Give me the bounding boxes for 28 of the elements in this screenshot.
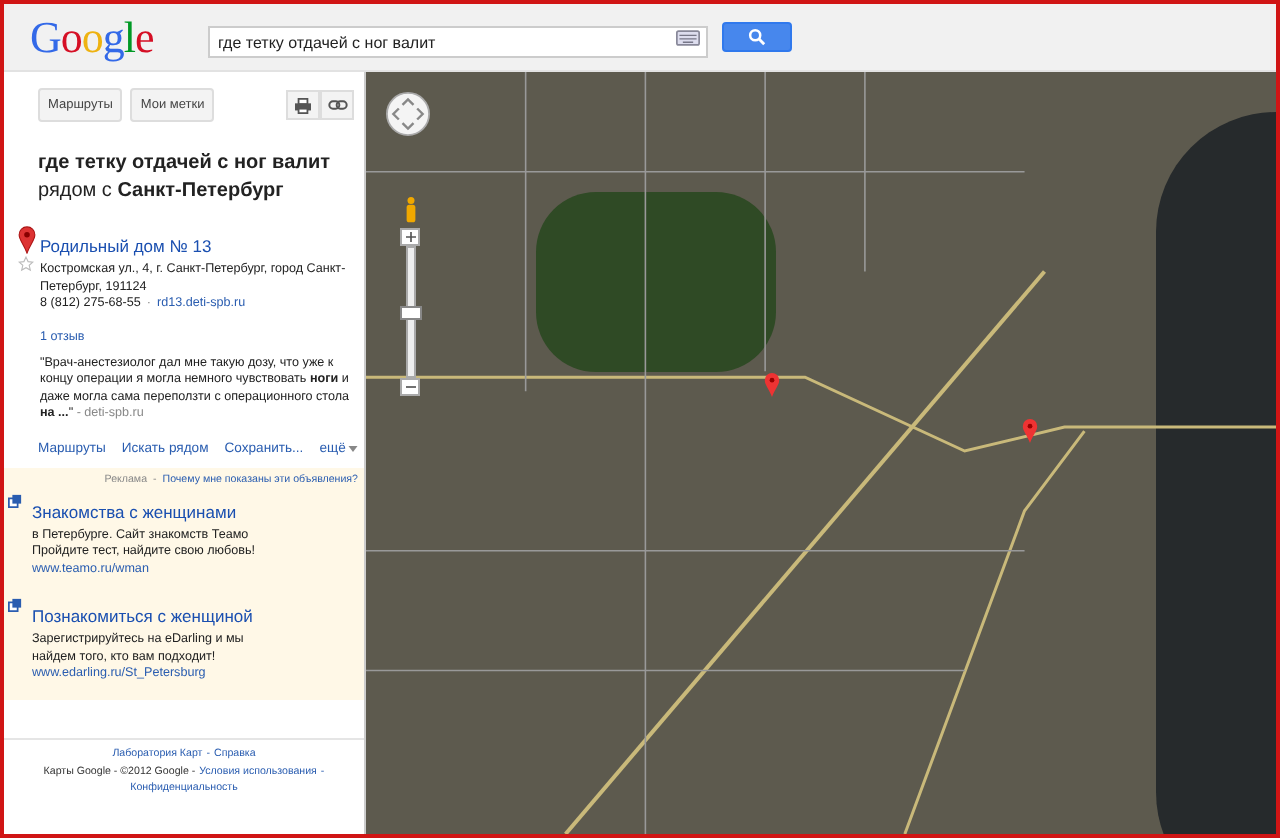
search-button[interactable]: [722, 22, 792, 52]
link-icon: [327, 100, 347, 110]
printer-icon: [294, 97, 312, 113]
star-icon[interactable]: [18, 256, 34, 272]
pegman-icon[interactable]: [404, 196, 418, 224]
print-button[interactable]: [286, 90, 320, 120]
zoom-out-button[interactable]: [400, 378, 420, 396]
map-marker-icon[interactable]: [764, 372, 780, 398]
ad-icon: [8, 598, 22, 612]
zoom-slider-thumb[interactable]: [399, 306, 421, 320]
link-button[interactable]: [320, 90, 354, 120]
keyboard-icon[interactable]: [676, 29, 700, 45]
minus-icon: [405, 382, 415, 392]
pan-control-icon[interactable]: [386, 92, 430, 136]
ad-title-link[interactable]: Знакомства с женщинами: [32, 501, 237, 521]
search-field[interactable]: где тетку отдачей с ног валит: [208, 26, 708, 58]
results-headline: где тетку отдачей с ног валит рядом с Санкт-Петербург: [36, 150, 333, 206]
google-logo[interactable]: Google: [30, 15, 206, 59]
satellite-map-placeholder[interactable]: [366, 72, 1276, 834]
caret-icon: [347, 445, 358, 451]
map-marker-icon[interactable]: [1022, 418, 1038, 444]
search-icon: [748, 28, 766, 46]
ad-title-link[interactable]: Познакомиться с женщиной: [32, 606, 253, 626]
plus-icon: [405, 232, 415, 242]
map-pin-icon: [17, 226, 35, 254]
ad-icon: [8, 493, 22, 507]
zoom-in-button[interactable]: [400, 228, 420, 246]
place-title-link[interactable]: Родильный дом № 13: [40, 236, 212, 256]
